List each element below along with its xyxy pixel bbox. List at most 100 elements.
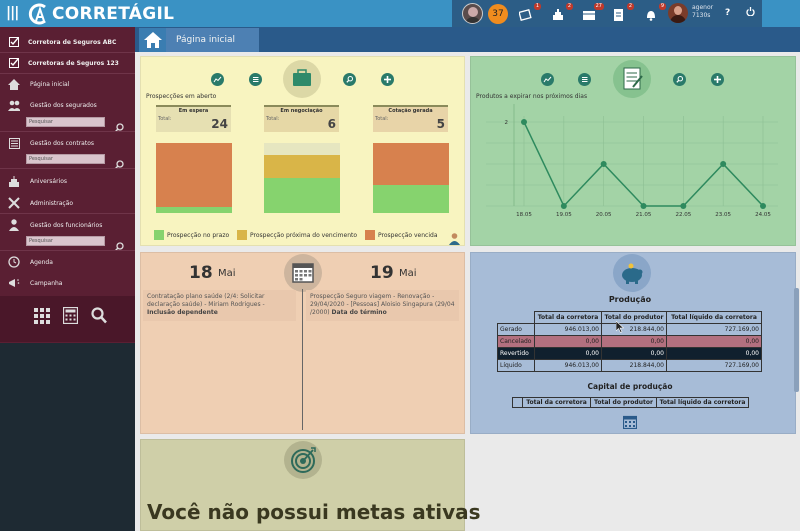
- agenda-event-2[interactable]: Prospecção Seguro viagem - Renovação - 2…: [306, 290, 459, 321]
- birthday-badge: 2: [565, 3, 573, 10]
- search-icon[interactable]: [114, 154, 125, 170]
- row-label: Gerado: [497, 323, 535, 336]
- sidebar-tools: [0, 296, 135, 342]
- prospect-bar-on-time[interactable]: [264, 178, 340, 213]
- user-avatar[interactable]: [668, 3, 688, 23]
- agenda-divider: [302, 289, 303, 430]
- tasks-icon[interactable]: 2: [612, 3, 634, 21]
- sidebar-item-label: Corretoras de Seguros 123: [28, 59, 119, 67]
- chart-icon[interactable]: [211, 71, 224, 86]
- search-icon[interactable]: [114, 236, 125, 252]
- sidebar-item-insured[interactable]: Gestão dos segurados: [0, 95, 135, 115]
- top-bar: ||| CORRETÁGIL 37 1 2 27 2 9 agenor 7130…: [0, 0, 800, 27]
- prospects-title: Prospecções em aberto: [146, 93, 217, 100]
- expiring-title: Produtos a expirar nos próximos dias: [476, 93, 588, 100]
- breadcrumb-current[interactable]: Página inicial: [166, 28, 259, 52]
- search-icon[interactable]: [91, 307, 107, 328]
- calendar-icon[interactable]: [622, 414, 638, 433]
- prospect-bar-near-due[interactable]: [264, 154, 340, 178]
- user-info[interactable]: agenor 7130s: [692, 4, 713, 20]
- corner-header: [512, 397, 523, 408]
- search-icon[interactable]: [114, 117, 125, 133]
- birthday-icon[interactable]: 2: [551, 3, 573, 20]
- sidebar-item-birthdays[interactable]: Aniversários: [0, 171, 135, 191]
- x-tick-label: 24.05: [755, 212, 771, 218]
- sidebar-item-label: Gestão dos segurados: [30, 101, 97, 109]
- prospect-bar-overdue[interactable]: [373, 143, 449, 185]
- contracts-search-input[interactable]: Pesquisar: [26, 154, 105, 164]
- x-tick-label: 20.05: [596, 212, 612, 218]
- x-tick-label: 19.05: [556, 212, 572, 218]
- insured-search-input[interactable]: Pesquisar: [26, 117, 105, 127]
- person-icon[interactable]: [449, 230, 460, 249]
- app-logo[interactable]: CORRETÁGIL: [28, 1, 174, 27]
- list-icon[interactable]: [578, 71, 591, 86]
- menu-toggle-icon[interactable]: |||: [6, 5, 19, 21]
- agenda-event-1[interactable]: Contratação plano saúde (2/4: Solicitar …: [143, 290, 296, 321]
- sidebar-item-broker-abc[interactable]: Corretora de Seguros ABC: [0, 32, 135, 52]
- search-icon[interactable]: [673, 71, 686, 86]
- sidebar-item-label: Aniversários: [30, 177, 68, 185]
- mouse-cursor: [615, 318, 625, 337]
- add-icon[interactable]: [711, 71, 724, 86]
- home-button[interactable]: [139, 28, 166, 52]
- data-point: [760, 203, 766, 209]
- sidebar-item-employees[interactable]: Gestão dos funcionários: [0, 215, 135, 235]
- add-icon[interactable]: [381, 71, 394, 86]
- help-icon[interactable]: ?: [725, 8, 730, 18]
- y-tick-label: 2: [505, 120, 509, 126]
- cell: 218.844,00: [601, 359, 667, 372]
- employees-search-input[interactable]: Pesquisar: [26, 236, 105, 246]
- contracts-icon[interactable]: 27: [582, 3, 604, 20]
- cell: 0,00: [666, 335, 762, 348]
- agenda-month-2: Mai: [399, 268, 417, 279]
- sidebar-divider: [0, 131, 135, 132]
- sidebar-item-agenda[interactable]: Agenda: [0, 252, 135, 272]
- prospect-bar-on-time[interactable]: [373, 185, 449, 213]
- production-table: Total da corretora Total do produtor Tot…: [497, 311, 762, 372]
- chart-icon[interactable]: [541, 71, 554, 86]
- search-icon[interactable]: [343, 71, 356, 86]
- briefcase-icon: [283, 60, 321, 98]
- list-icon[interactable]: [249, 71, 262, 86]
- contract-icon: [8, 137, 20, 149]
- col-header: Total líquido da corretora: [666, 311, 762, 324]
- x-tick-label: 21.05: [636, 212, 652, 218]
- goals-message: Você não possui metas ativas: [147, 500, 481, 524]
- user-avatar-small[interactable]: [462, 3, 483, 24]
- sidebar-item-home[interactable]: Página inicial: [0, 74, 135, 94]
- bell-icon[interactable]: 9: [644, 3, 666, 21]
- notifications-count[interactable]: 37: [488, 4, 508, 24]
- legend-near-due: Prospecção próxima do vencimento: [237, 230, 357, 240]
- sidebar-item-label: Administração: [30, 199, 74, 207]
- col-header: Total da corretora: [534, 311, 602, 324]
- sidebar-item-campaign[interactable]: Campanha: [0, 273, 135, 293]
- prospect-bar-overdue[interactable]: [156, 143, 232, 208]
- sidebar-item-broker-123[interactable]: Corretoras de Seguros 123: [0, 53, 135, 73]
- col-header: Total do produtor: [601, 311, 667, 324]
- row-label: Cancelado: [497, 335, 535, 348]
- prospect-bar-on-time[interactable]: [156, 207, 232, 213]
- data-point: [600, 161, 607, 167]
- power-icon[interactable]: [746, 7, 755, 19]
- x-tick-label: 22.05: [675, 212, 691, 218]
- home-icon: [143, 32, 162, 48]
- cell: 0,00: [601, 335, 667, 348]
- stat-box-waiting[interactable]: Em espera Total: 24: [156, 105, 231, 132]
- sidebar-item-admin[interactable]: Administração: [0, 193, 135, 213]
- documents-icon[interactable]: 1: [518, 3, 541, 21]
- sidebar-footer-area: [0, 343, 135, 531]
- app-name: CORRETÁGIL: [52, 4, 175, 24]
- cell: 727.169,00: [666, 323, 762, 336]
- target-icon: [284, 441, 322, 479]
- grid-icon[interactable]: [34, 308, 50, 328]
- production-table-wrap: Total da corretora Total do produtor Tot…: [497, 311, 762, 372]
- corner-header: [498, 312, 535, 324]
- scrollbar-thumb[interactable]: [794, 288, 799, 392]
- stat-box-quote[interactable]: Cotação gerada Total: 5: [373, 105, 448, 132]
- stat-box-negotiation[interactable]: Em negociação Total: 6: [264, 105, 339, 132]
- sidebar-item-contracts[interactable]: Gestão dos contratos: [0, 133, 135, 153]
- calculator-icon[interactable]: [62, 306, 79, 328]
- document-edit-icon: [613, 60, 651, 98]
- stat-total-value: 5: [436, 117, 445, 131]
